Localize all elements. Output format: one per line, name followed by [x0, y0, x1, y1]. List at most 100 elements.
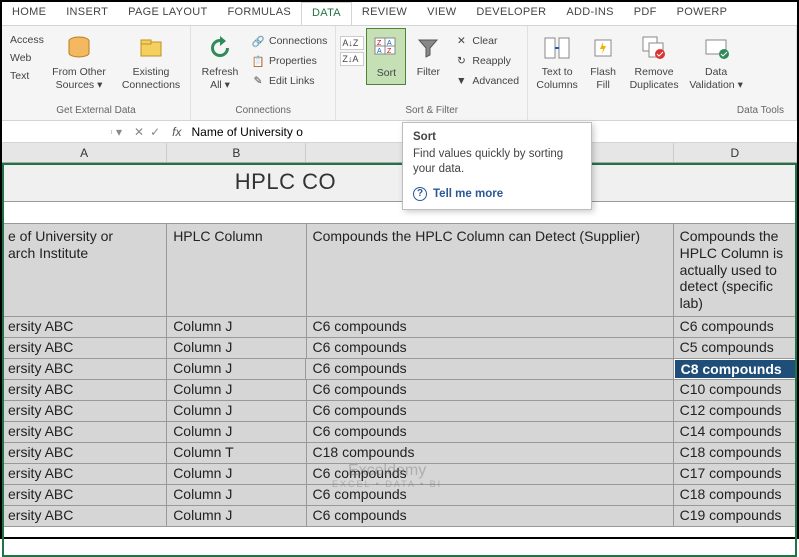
flash-fill-button[interactable]: Flash Fill [584, 28, 622, 95]
col-header-a[interactable]: A [2, 143, 167, 162]
sort-button[interactable]: ZAAZ Sort [366, 28, 406, 85]
col-header-b[interactable]: B [167, 143, 306, 162]
table-row[interactable]: ersity ABCColumn JC6 compoundsC18 compou… [2, 485, 797, 506]
cell-a[interactable]: ersity ABC [2, 506, 167, 526]
cell-b[interactable]: Column T [167, 443, 306, 463]
remove-duplicates-button[interactable]: Remove Duplicates [624, 28, 684, 95]
sort-az-button[interactable]: A↓Z [340, 36, 364, 50]
cell-c[interactable]: C6 compounds [307, 338, 674, 358]
col-header-d[interactable]: D [674, 143, 797, 162]
data-validation-button[interactable]: Data Validation ▾ [686, 28, 746, 95]
help-icon: ? [413, 187, 427, 201]
tab-page-layout[interactable]: PAGE LAYOUT [118, 2, 217, 25]
cell-c[interactable]: C6 compounds [307, 422, 674, 442]
cell-c[interactable]: C6 compounds [307, 317, 674, 337]
from-text-button[interactable]: Text [6, 68, 42, 84]
cell-d[interactable]: C6 compounds [674, 317, 797, 337]
tab-review[interactable]: REVIEW [352, 2, 417, 25]
cell-a[interactable]: ersity ABC [2, 422, 167, 442]
cancel-icon[interactable]: ✕ [134, 125, 144, 139]
cell-d[interactable]: C12 compounds [674, 401, 797, 421]
clear-button[interactable]: ✕Clear [450, 32, 523, 50]
connections-button[interactable]: 🔗Connections [247, 32, 331, 50]
cell-c[interactable]: C6 compounds [307, 485, 674, 505]
tab-powerp[interactable]: POWERP [667, 2, 738, 25]
fx-icon[interactable]: fx [168, 125, 185, 139]
cell-a[interactable]: ersity ABC [2, 359, 167, 379]
table-row[interactable]: ersity ABCColumn JC6 compoundsC6 compoun… [2, 317, 797, 338]
cell-a[interactable]: ersity ABC [2, 443, 167, 463]
cell-a[interactable]: ersity ABC [2, 485, 167, 505]
tab-insert[interactable]: INSERT [56, 2, 118, 25]
cell-b[interactable]: Column J [167, 506, 306, 526]
refresh-all-button[interactable]: Refresh All ▾ [195, 28, 245, 95]
table-row[interactable]: ersity ABCColumn TC18 compoundsC18 compo… [2, 443, 797, 464]
cell-d[interactable]: C17 compounds [674, 464, 797, 484]
tab-developer[interactable]: DEVELOPER [466, 2, 556, 25]
sort-za-button[interactable]: Z↓A [340, 52, 364, 66]
cell-a[interactable]: ersity ABC [2, 401, 167, 421]
table-row[interactable]: ersity ABCColumn JC6 compoundsC17 compou… [2, 464, 797, 485]
existing-connections-button[interactable]: Existing Connections [116, 28, 186, 95]
worksheet[interactable]: HPLC COLUMNS IN THE AREA e of University… [2, 163, 797, 527]
cell-a[interactable]: ersity ABC [2, 380, 167, 400]
table-row[interactable]: ersity ABCColumn JC6 compoundsC5 compoun… [2, 338, 797, 359]
cell-d[interactable]: C5 compounds [674, 338, 797, 358]
tab-view[interactable]: VIEW [417, 2, 466, 25]
namebox-dropdown-icon[interactable]: ▾ [112, 125, 126, 139]
cell-a[interactable]: ersity ABC [2, 338, 167, 358]
table-row[interactable]: ersity ABCColumn JC6 compoundsC10 compou… [2, 380, 797, 401]
cell-c[interactable]: C6 compounds [307, 380, 674, 400]
cell-b[interactable]: Column J [167, 422, 306, 442]
text-to-columns-icon [541, 32, 573, 64]
advanced-button[interactable]: ▼Advanced [450, 72, 523, 90]
cell-a[interactable]: ersity ABC [2, 317, 167, 337]
cell-b[interactable]: Column J [167, 338, 306, 358]
cell-c[interactable]: C6 compounds [307, 401, 674, 421]
reapply-button[interactable]: ↻Reapply [450, 52, 523, 70]
cell-c[interactable]: C6 compounds [307, 464, 674, 484]
cell-b[interactable]: Column J [167, 359, 306, 379]
from-access-button[interactable]: Access [6, 32, 42, 48]
tab-formulas[interactable]: FORMULAS [217, 2, 301, 25]
cell-b[interactable]: Column J [167, 317, 306, 337]
tooltip-tell-me-more[interactable]: ? Tell me more [413, 187, 581, 201]
name-box[interactable] [2, 130, 112, 134]
cell-c[interactable]: C6 compounds [306, 359, 673, 379]
edit-links-button[interactable]: ✎Edit Links [247, 72, 331, 90]
tab-home[interactable]: HOME [2, 2, 56, 25]
connections-folder-icon [135, 32, 167, 64]
cell-c[interactable]: C6 compounds [307, 506, 674, 526]
refresh-icon [204, 32, 236, 64]
cell-d[interactable]: C8 compounds [674, 359, 797, 379]
header-actual: Compounds the HPLC Column is actually us… [674, 224, 797, 316]
text-to-columns-button[interactable]: Text to Columns [532, 28, 582, 95]
cell-a[interactable]: ersity ABC [2, 464, 167, 484]
table-row[interactable]: ersity ABCColumn JC6 compoundsC12 compou… [2, 401, 797, 422]
cell-d[interactable]: C18 compounds [674, 485, 797, 505]
cell-d[interactable]: C18 compounds [674, 443, 797, 463]
cell-b[interactable]: Column J [167, 401, 306, 421]
table-row[interactable]: ersity ABCColumn JC6 compoundsC8 compoun… [2, 359, 797, 380]
cell-b[interactable]: Column J [167, 380, 306, 400]
filter-button[interactable]: Filter [408, 28, 448, 83]
table-header-row: e of University or arch Institute HPLC C… [2, 224, 797, 317]
from-web-button[interactable]: Web [6, 50, 42, 66]
cell-c[interactable]: C18 compounds [307, 443, 674, 463]
cell-b[interactable]: Column J [167, 485, 306, 505]
filter-label: Filter [417, 66, 440, 79]
tab-addins[interactable]: ADD-INS [556, 2, 623, 25]
cell-d[interactable]: C19 compounds [674, 506, 797, 526]
cell-d[interactable]: C14 compounds [674, 422, 797, 442]
cell-d[interactable]: C10 compounds [674, 380, 797, 400]
from-other-sources-button[interactable]: From Other Sources ▾ [44, 28, 114, 95]
tab-pdf[interactable]: PDF [624, 2, 667, 25]
table-row[interactable]: ersity ABCColumn JC6 compoundsC19 compou… [2, 506, 797, 527]
tab-data[interactable]: DATA [301, 2, 352, 25]
formula-bar: ▾ ✕ ✓ fx [2, 121, 797, 143]
properties-button[interactable]: 📋Properties [247, 52, 331, 70]
table-row[interactable]: ersity ABCColumn JC6 compoundsC14 compou… [2, 422, 797, 443]
clear-icon: ✕ [454, 34, 468, 48]
cell-b[interactable]: Column J [167, 464, 306, 484]
enter-icon[interactable]: ✓ [150, 125, 160, 139]
